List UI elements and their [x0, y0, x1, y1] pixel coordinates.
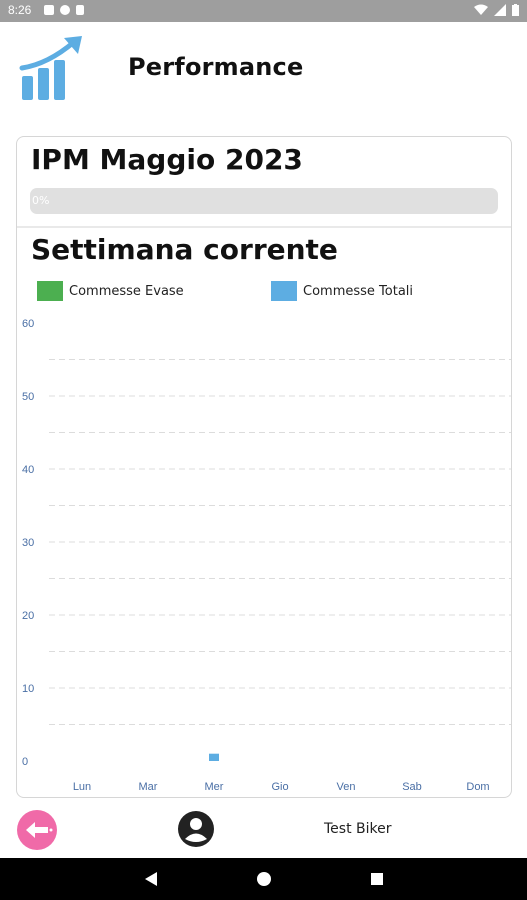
nav-back-icon[interactable] — [143, 871, 159, 887]
back-button[interactable] — [17, 810, 57, 850]
y-tick-label: 20 — [22, 610, 34, 622]
x-tick-label: Gio — [271, 781, 288, 793]
notification-icon — [76, 5, 84, 15]
legend-label-evase: Commesse Evase — [69, 283, 184, 299]
legend-swatch-evase — [37, 281, 63, 301]
user-avatar-icon[interactable] — [177, 810, 215, 848]
x-tick-label: Mar — [139, 781, 158, 793]
bar-commesse-totali — [209, 753, 219, 761]
performance-chart-icon — [19, 36, 82, 100]
system-icons — [474, 4, 519, 16]
x-tick-label: Mer — [205, 781, 224, 793]
notification-icon — [44, 5, 54, 15]
ipm-progress-bar: 0% — [30, 188, 498, 214]
wifi-icon — [474, 4, 488, 15]
status-time: 8:26 — [8, 3, 32, 17]
x-tick-label: Sab — [402, 781, 422, 793]
weekly-bar-chart: 0 10 20 30 40 50 60 Lun Mar Mer Gio Ven Sab Dom — [22, 318, 511, 793]
y-tick-label: 50 — [22, 391, 34, 403]
x-tick-label: Ven — [337, 781, 356, 793]
divider — [17, 226, 511, 228]
y-tick-label: 60 — [22, 318, 34, 330]
y-tick-label: 10 — [22, 683, 34, 695]
legend-label-totali: Commesse Totali — [303, 283, 414, 299]
y-tick-label: 40 — [22, 464, 34, 476]
battery-icon — [512, 4, 519, 16]
signal-icon — [494, 4, 506, 16]
notification-icon — [60, 5, 70, 15]
y-tick-label: 0 — [22, 756, 28, 768]
performance-card: IPM Maggio 2023 0% Settimana corrente Co… — [16, 136, 512, 798]
ipm-title: IPM Maggio 2023 — [31, 143, 303, 176]
user-name: Test Biker — [324, 821, 392, 837]
back-arrow-icon — [26, 822, 53, 838]
progress-label: 0% — [32, 194, 50, 207]
legend-item-evase: Commesse Evase — [37, 281, 184, 301]
android-navigation-bar — [0, 858, 527, 900]
status-bar: 8:26 — [0, 0, 527, 22]
nav-recents-icon[interactable] — [369, 871, 385, 887]
legend-swatch-totali — [271, 281, 297, 301]
legend-item-totali: Commesse Totali — [271, 281, 413, 301]
x-tick-label: Lun — [73, 781, 91, 793]
y-tick-label: 30 — [22, 537, 34, 549]
page-title: Performance — [128, 53, 304, 81]
nav-home-icon[interactable] — [256, 871, 272, 887]
x-tick-label: Dom — [466, 781, 489, 793]
notification-icons — [44, 5, 84, 15]
week-title: Settimana corrente — [31, 233, 338, 266]
